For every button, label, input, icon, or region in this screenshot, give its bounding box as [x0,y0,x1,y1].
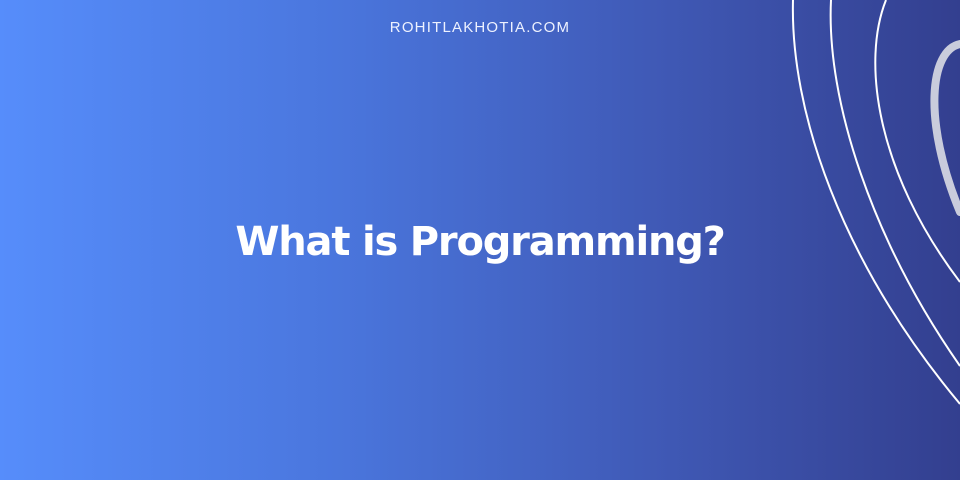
hero-banner: ROHITLAKHOTIA.COM What is Programming? [0,0,960,480]
site-name: ROHITLAKHOTIA.COM [389,19,571,36]
decorative-curve-thick [930,40,960,216]
page-title: What is Programming? [235,219,726,265]
decorative-curve-outer [791,0,960,405]
